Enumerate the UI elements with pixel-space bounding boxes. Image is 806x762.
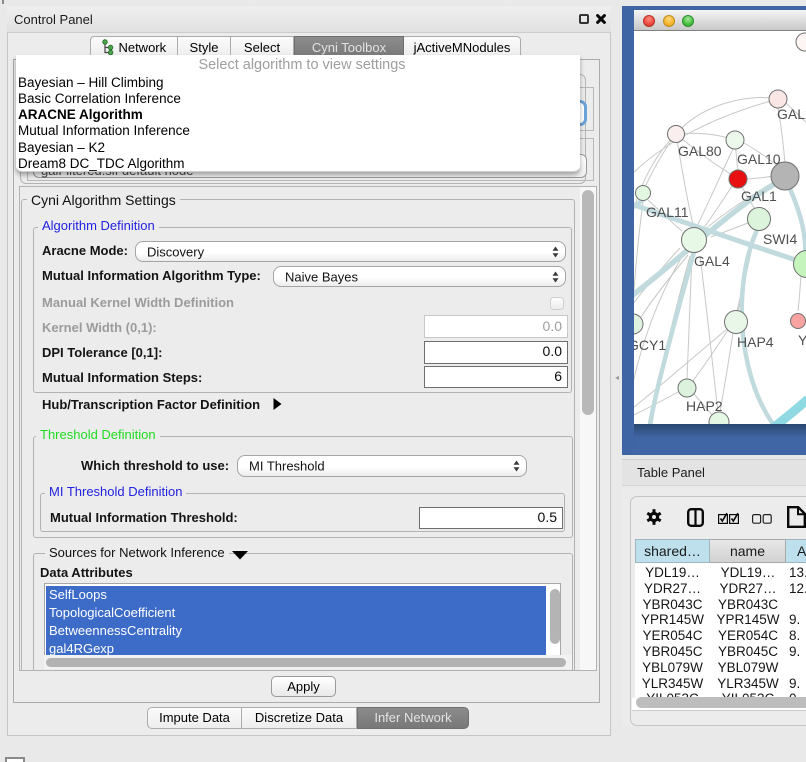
svg-text:GCY1: GCY1 bbox=[634, 337, 666, 353]
svg-text:GAL4: GAL4 bbox=[694, 253, 730, 269]
svg-text:GAL1: GAL1 bbox=[741, 188, 777, 204]
svg-text:GAL10: GAL10 bbox=[737, 151, 781, 167]
svg-text:YM: YM bbox=[798, 332, 806, 348]
svg-text:HAP2: HAP2 bbox=[686, 398, 723, 414]
svg-text:GAL80: GAL80 bbox=[678, 143, 722, 159]
svg-text:HAP4: HAP4 bbox=[737, 334, 774, 350]
svg-text:SWI4: SWI4 bbox=[763, 231, 797, 247]
svg-text:GAL11: GAL11 bbox=[646, 204, 689, 220]
svg-text:GAL2: GAL2 bbox=[777, 106, 806, 122]
